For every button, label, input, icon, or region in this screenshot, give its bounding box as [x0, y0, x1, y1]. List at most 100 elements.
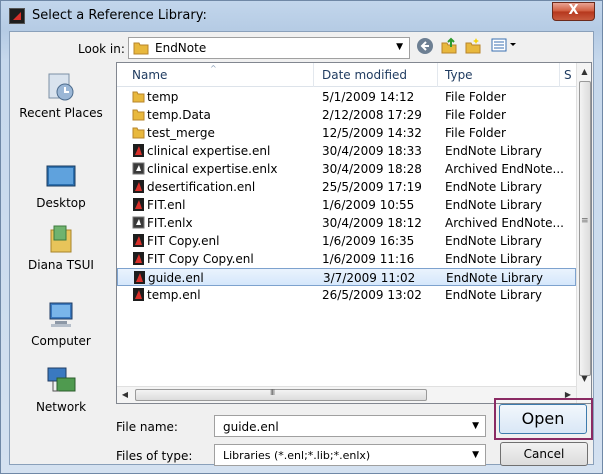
column-date-modified[interactable]: Date modified [322, 68, 407, 82]
place-diana-tsui[interactable]: Diana TSUI [12, 224, 110, 272]
look-in-dropdown[interactable]: EndNote ▼ [128, 37, 410, 59]
column-type[interactable]: Type [445, 68, 473, 82]
file-type: EndNote Library [445, 288, 542, 302]
file-date-modified: 12/5/2009 14:32 [322, 126, 422, 140]
up-folder-button[interactable] [438, 37, 460, 57]
look-in-label: Look in: [78, 42, 125, 56]
file-row[interactable]: clinical expertise.enlx 30/4/2009 18:28 Ar… [117, 160, 576, 178]
chevron-down-icon[interactable]: ▼ [472, 421, 479, 431]
chevron-down-icon: ▼ [396, 42, 403, 52]
scroll-up-icon[interactable]: ▲ [577, 63, 591, 80]
place-label: Network [35, 400, 87, 414]
column-size[interactable]: S [564, 68, 572, 82]
file-type: Archived EndNote... [445, 162, 564, 176]
file-type: File Folder [445, 90, 506, 104]
place-label: Recent Places [19, 106, 103, 120]
file-date-modified: 30/4/2009 18:28 [322, 162, 422, 176]
file-date-modified: 30/4/2009 18:33 [322, 144, 422, 158]
file-row[interactable]: FIT.enl 1/6/2009 10:55 EndNote Library [117, 196, 576, 214]
recent-places-icon [48, 73, 74, 101]
file-type: Archived EndNote... [445, 216, 564, 230]
file-type: EndNote Library [445, 252, 542, 266]
file-name: clinical expertise.enl [147, 144, 271, 158]
endnote-library-icon [132, 197, 145, 212]
file-type: EndNote Library [445, 144, 542, 158]
folder-icon [132, 125, 145, 140]
desktop-icon [46, 165, 76, 187]
computer-icon [49, 302, 73, 327]
file-type-dropdown[interactable]: Libraries (*.enl;*.lib;*.enlx) ▼ [214, 444, 486, 466]
cancel-button[interactable]: Cancel [500, 442, 588, 466]
file-row[interactable]: desertification.enl 25/5/2009 17:19 EndNot… [117, 178, 576, 196]
network-icon [47, 367, 76, 392]
place-label: Diana TSUI [28, 258, 94, 272]
place-desktop[interactable]: Desktop [12, 162, 110, 210]
column-header: ^ Name Date modified Type S [117, 63, 576, 87]
file-row[interactable]: FIT Copy Copy.enl 1/6/2009 11:16 EndNote L… [117, 250, 576, 268]
open-button[interactable]: Open [499, 404, 587, 434]
back-button[interactable] [414, 37, 436, 57]
file-name: FIT.enlx [147, 216, 193, 230]
file-row[interactable]: FIT Copy.enl 1/6/2009 16:35 EndNote Librar… [117, 232, 576, 250]
file-name-input[interactable]: guide.enl ▼ [214, 415, 486, 437]
place-label: Computer [31, 334, 91, 348]
vertical-scrollbar[interactable]: ▲ ▼ [576, 63, 591, 403]
up-folder-icon [441, 37, 457, 54]
file-name-label: File name: [116, 420, 178, 434]
file-row[interactable]: temp.enl 26/5/2009 13:02 EndNote Library [117, 286, 576, 304]
look-in-value: EndNote [155, 41, 207, 55]
file-date-modified: 25/5/2009 17:19 [322, 180, 422, 194]
place-computer[interactable]: Computer [12, 300, 110, 348]
place-network[interactable]: Network [12, 366, 110, 414]
vertical-scroll-thumb[interactable] [579, 81, 591, 376]
file-row[interactable]: FIT.enlx 30/4/2009 18:12 Archived EndNote.… [117, 214, 576, 232]
close-button[interactable]: X [552, 2, 595, 21]
dialog-title: Select a Reference Library: [32, 8, 207, 23]
horizontal-scroll-thumb[interactable] [135, 388, 427, 401]
place-recent-places[interactable]: Recent Places [12, 72, 110, 120]
file-date-modified: 1/6/2009 11:16 [322, 252, 415, 266]
file-type: EndNote Library [445, 180, 542, 194]
file-row[interactable]: test_merge 12/5/2009 14:32 File Folder [117, 124, 576, 142]
dialog-window: Select a Reference Library: X Look in: E… [0, 0, 603, 474]
file-row[interactable]: temp 5/1/2009 14:12 File Folder [117, 88, 576, 106]
column-name[interactable]: Name [132, 68, 167, 82]
endnote-library-icon [132, 287, 145, 302]
new-folder-icon [465, 38, 481, 54]
folder-icon [132, 107, 145, 122]
endnote-library-icon [132, 143, 145, 158]
chevron-down-icon: ▼ [472, 450, 479, 460]
scroll-down-icon[interactable]: ▼ [577, 370, 591, 387]
new-folder-button[interactable] [462, 37, 484, 57]
endnote-library-icon [132, 179, 145, 194]
views-icon [491, 38, 516, 52]
column-divider[interactable] [437, 63, 438, 87]
file-list[interactable]: ^ Name Date modified Type S temp 5/1/2009… [116, 62, 592, 404]
user-folder-icon [50, 225, 72, 253]
views-menu-button[interactable] [488, 37, 522, 57]
column-divider[interactable] [559, 63, 560, 87]
file-name: temp.Data [147, 108, 211, 122]
folder-icon [133, 41, 149, 58]
dialog-body: Look in: EndNote ▼ Recent Places Desktop… [9, 31, 594, 466]
file-date-modified: 30/4/2009 18:12 [322, 216, 422, 230]
column-divider[interactable] [313, 63, 314, 87]
file-type: EndNote Library [445, 234, 542, 248]
file-date-modified: 26/5/2009 13:02 [322, 288, 422, 302]
endnote-library-icon [133, 270, 146, 285]
endnote-library-icon [132, 251, 145, 266]
file-row-selected[interactable]: guide.enl 3/7/2009 11:02 EndNote Library [117, 268, 576, 286]
file-name: FIT.enl [147, 198, 186, 212]
file-name: temp.enl [147, 288, 201, 302]
file-row[interactable]: temp.Data 2/12/2008 17:29 File Folder [117, 106, 576, 124]
file-name: desertification.enl [147, 180, 256, 194]
back-arrow-icon [417, 38, 433, 54]
file-type-value: Libraries (*.enl;*.lib;*.enlx) [223, 449, 371, 462]
scroll-left-icon[interactable]: ◀ [117, 387, 133, 403]
sort-ascending-icon: ^ [210, 64, 217, 73]
file-type: EndNote Library [445, 198, 542, 212]
file-row[interactable]: clinical expertise.enl 30/4/2009 18:33 End… [117, 142, 576, 160]
file-name: test_merge [147, 126, 215, 140]
title-bar[interactable]: Select a Reference Library: X [1, 1, 602, 31]
file-date-modified: 1/6/2009 10:55 [322, 198, 415, 212]
